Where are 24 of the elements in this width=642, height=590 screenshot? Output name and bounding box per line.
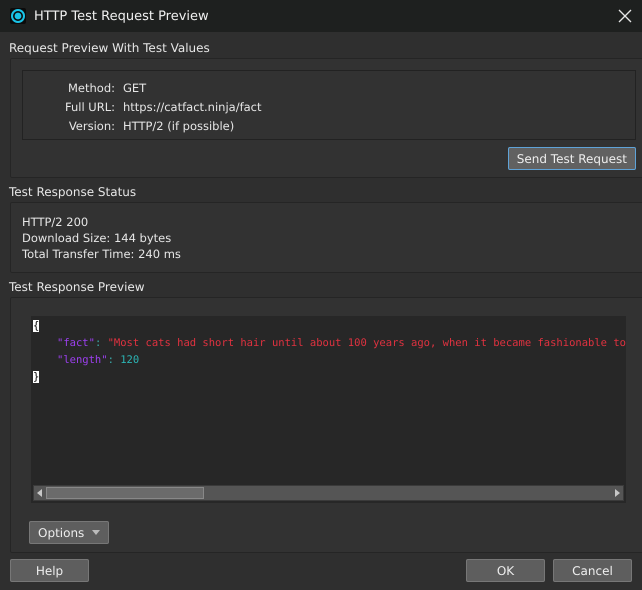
ok-button[interactable]: OK bbox=[466, 559, 545, 582]
status-line: Total Transfer Time: 240 ms bbox=[22, 246, 182, 262]
section-title: Test Response Preview bbox=[8, 279, 146, 296]
field-value: HTTP/2 (if possible) bbox=[123, 118, 234, 135]
field-value: GET bbox=[123, 80, 146, 97]
section-title: Request Preview With Test Values bbox=[8, 40, 211, 57]
status-line: Download Size: 144 bytes bbox=[22, 230, 172, 246]
app-icon bbox=[10, 8, 26, 24]
help-button[interactable]: Help bbox=[10, 559, 89, 582]
field-label: Method: bbox=[66, 80, 116, 97]
code-line: "fact": "Most cats had short hair until about 100 years ago, when it became fashionable to bbox=[56, 336, 626, 351]
options-button[interactable]: Options bbox=[29, 521, 110, 544]
horizontal-scrollbar[interactable] bbox=[33, 485, 624, 501]
cancel-button[interactable]: Cancel bbox=[553, 559, 632, 582]
window-title: HTTP Test Request Preview bbox=[34, 8, 210, 24]
status-line: HTTP/2 200 bbox=[22, 214, 90, 230]
code-line: "length": 120 bbox=[56, 353, 140, 368]
caret-icon bbox=[92, 530, 100, 535]
field-value: https://catfact.ninja/fact bbox=[123, 99, 262, 116]
close-icon[interactable] bbox=[618, 9, 632, 23]
field-label: Full URL: bbox=[64, 99, 116, 116]
send-test-request-button[interactable]: Send Test Request bbox=[508, 147, 636, 170]
section-title: Test Response Status bbox=[8, 184, 138, 201]
field-label: Version: bbox=[68, 118, 116, 135]
